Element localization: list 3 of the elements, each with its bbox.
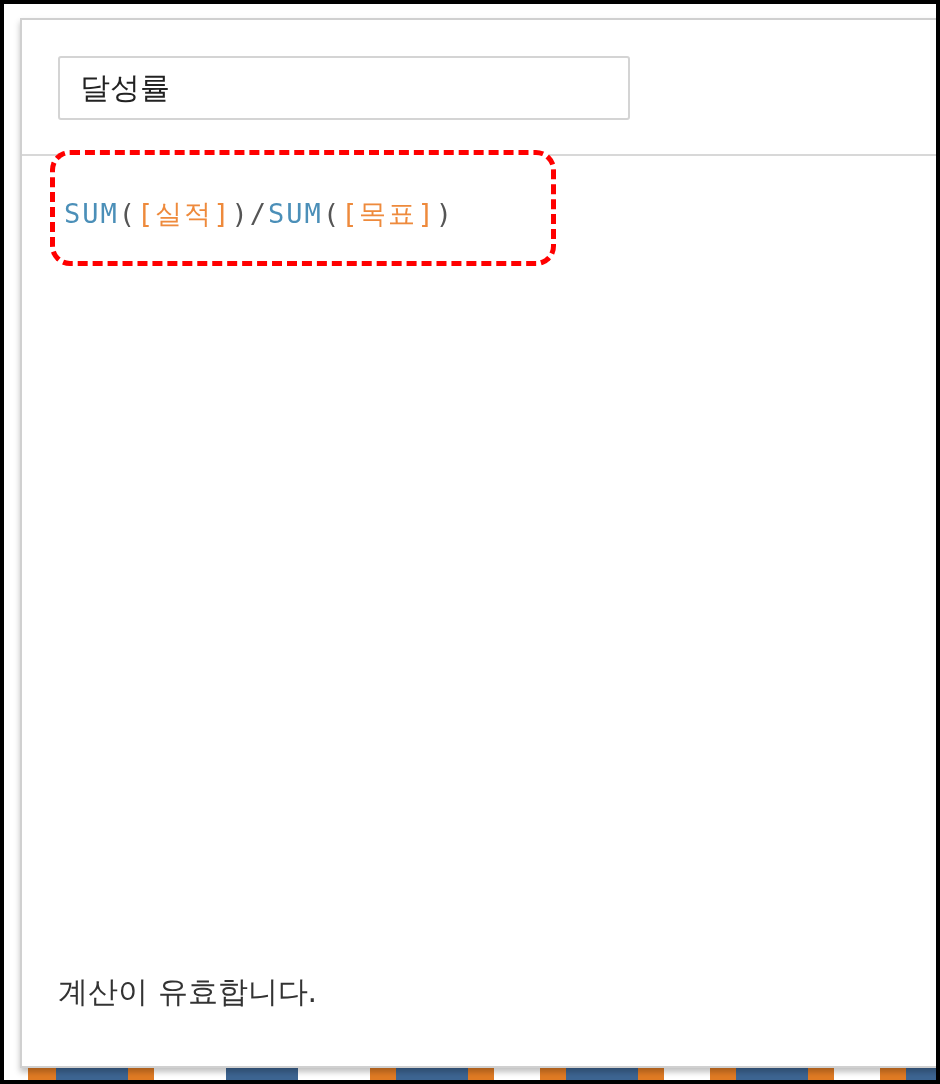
calculation-name-field[interactable]: 달성률 <box>58 56 630 120</box>
validation-message: 계산이 유효합니다. <box>58 974 318 1009</box>
formula-text[interactable]: SUM([실적])/SUM([목표]) <box>22 156 936 235</box>
